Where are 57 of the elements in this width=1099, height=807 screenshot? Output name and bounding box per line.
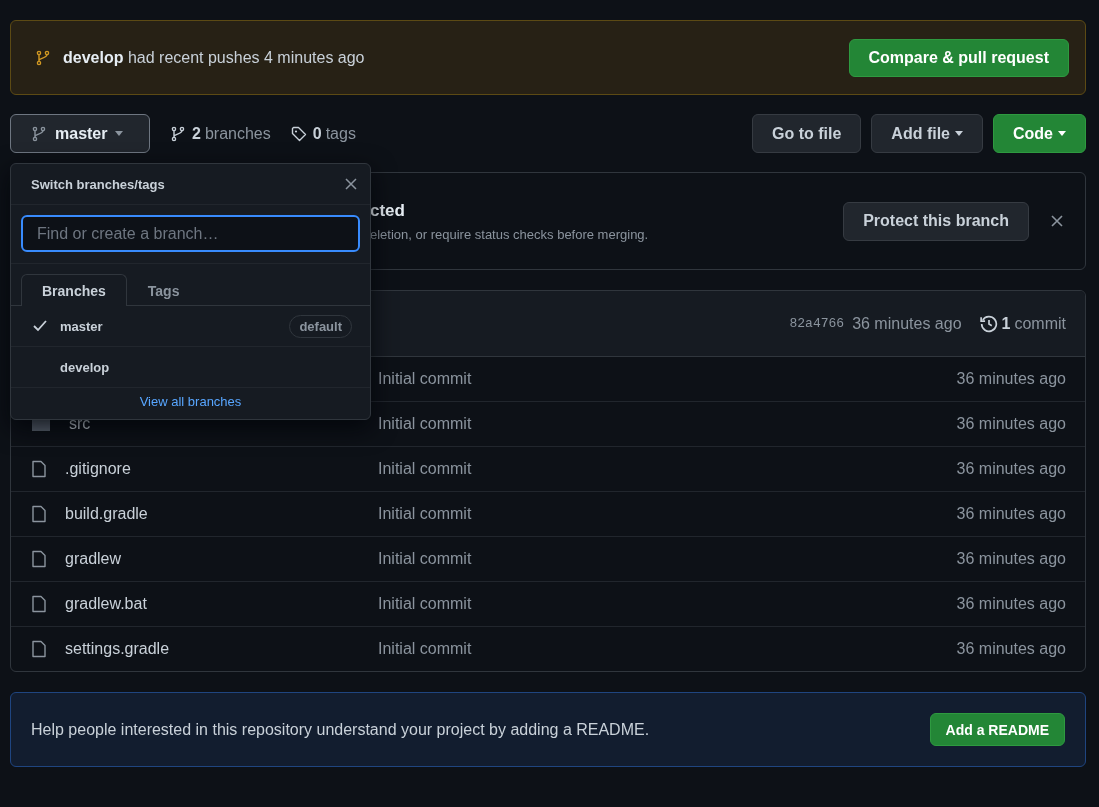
dropdown-tab[interactable]: Branches [21, 274, 127, 306]
commit-message-link[interactable]: Initial commit [378, 460, 957, 478]
file-name-link[interactable]: settings.gradle [65, 640, 170, 658]
commit-time: 36 minutes ago [956, 640, 1066, 658]
commit-sha[interactable]: 82a4766 [789, 316, 845, 331]
file-icon [31, 640, 47, 658]
file-icon [31, 460, 47, 478]
caret-icon [955, 131, 963, 136]
commit-message-link[interactable]: Initial commit [378, 550, 957, 568]
tags-link[interactable]: 0 tags [290, 124, 356, 143]
file-name-link[interactable]: gradlew [65, 550, 122, 568]
file-name-link[interactable]: .gitignore [65, 460, 131, 478]
commit-time: 36 minutes ago [956, 370, 1066, 388]
commit-time: 36 minutes ago [956, 460, 1066, 478]
add-file-button[interactable]: Add file [871, 114, 983, 153]
branches-link[interactable]: 2 branches [170, 124, 271, 143]
commit-message-link[interactable]: Initial commit [378, 370, 957, 388]
commit-time: 36 minutes ago [956, 415, 1066, 433]
branch-icon [35, 49, 51, 66]
file-icon [31, 595, 47, 613]
commit-time: 36 minutes ago [956, 550, 1066, 568]
view-all-branches-link[interactable]: View all branches [139, 394, 242, 409]
add-readme-button[interactable]: Add a README [929, 713, 1065, 746]
commit-time: 36 minutes ago [852, 314, 962, 333]
close-icon[interactable] [345, 178, 357, 190]
commit-message-link[interactable]: Initial commit [378, 505, 957, 523]
branch-icon [31, 125, 47, 142]
commit-time: 36 minutes ago [956, 505, 1066, 523]
compare-pull-request-button[interactable]: Compare & pull request [848, 38, 1069, 77]
file-icon [31, 550, 47, 568]
commit-message-link[interactable]: Initial commit [378, 595, 957, 613]
branch-item[interactable]: master default [11, 306, 370, 347]
readme-message: Help people interested in this repository understand your project by adding a README. [31, 720, 650, 739]
branch-item[interactable]: develop [11, 347, 370, 388]
push-message: develop had recent pushes 4 minutes ago [63, 48, 366, 67]
tag-icon [290, 125, 307, 142]
history-icon [979, 314, 998, 333]
dropdown-title: Switch branches/tags [31, 176, 165, 192]
file-icon [31, 505, 47, 523]
dropdown-tab[interactable]: Tags [126, 274, 201, 306]
branch-search-field[interactable]: Find or create a branch… [21, 215, 360, 252]
commit-time: 36 minutes ago [956, 595, 1066, 613]
branch-select-button[interactable]: master [10, 114, 150, 153]
commit-message-link[interactable]: Initial commit [378, 415, 957, 433]
file-name-link[interactable]: gradlew.bat [65, 595, 147, 613]
branch-icon [170, 125, 186, 142]
file-name-link[interactable]: build.gradle [65, 505, 148, 523]
close-icon[interactable] [1051, 215, 1063, 227]
caret-icon [115, 131, 124, 136]
go-to-file-button[interactable]: Go to file [752, 114, 862, 153]
commit-message-link[interactable]: Initial commit [378, 640, 957, 658]
protect-branch-button[interactable]: Protect this branch [843, 201, 1029, 241]
banner-title: cted [370, 200, 406, 221]
code-button[interactable]: Code [993, 114, 1086, 153]
caret-icon [1058, 131, 1066, 136]
banner-text: eletion, or require status checks before merging. [370, 226, 650, 242]
commit-count-link[interactable]: 1 commit [979, 314, 1066, 333]
